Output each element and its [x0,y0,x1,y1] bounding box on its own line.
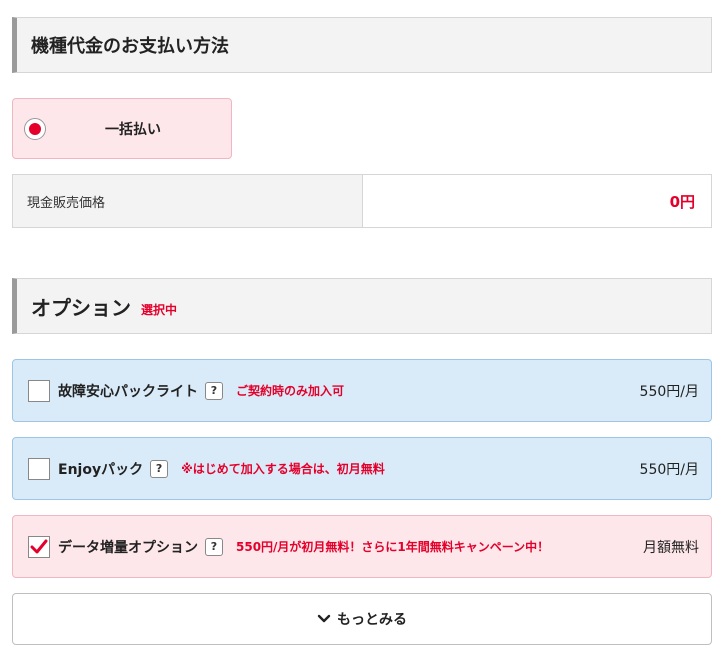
option-checkbox[interactable] [28,457,50,480]
payment-radio[interactable] [24,117,46,140]
help-icon[interactable]: ? [150,459,169,478]
option-card-data-boost[interactable]: データ増量オプション ? 550円/月が初月無料！さらに1年間無料キャンペーン中… [12,515,712,578]
option-price: 月額無料 [643,539,699,556]
option-name: 故障安心パックライト [58,383,198,400]
checkmark-icon [30,539,48,553]
option-card-enjoy-pack[interactable]: Enjoyパック ? ※はじめて加入する場合は、初月無料 550円/月 [12,437,712,500]
price-table: 現金販売価格 0円 [12,174,712,228]
price-value: 0円 [669,192,695,211]
help-icon[interactable]: ? [205,537,223,556]
option-checkbox[interactable] [28,379,50,402]
lump-sum-payment-option[interactable]: 一括払い [12,98,232,159]
option-name: データ増量オプション [58,539,198,556]
help-icon[interactable]: ? [205,381,223,400]
price-label: 現金販売価格 [13,175,363,227]
payment-option-label: 一括払い [105,121,161,138]
option-name: Enjoyパック [58,461,144,478]
options-title: オプション [31,295,131,320]
options-header: オプション 選択中 [12,278,712,334]
option-price: 550円/月 [639,383,699,400]
option-card-damage-pack[interactable]: 故障安心パックライト ? ご契約時のみ加入可 550円/月 [12,359,712,422]
options-status: 選択中 [141,302,178,317]
chevron-down-icon [317,614,331,624]
option-note: ※はじめて加入する場合は、初月無料 [181,462,385,476]
payment-method-header: 機種代金のお支払い方法 [12,17,712,73]
radio-selected-dot [29,122,41,135]
show-more-label: もっとみる [337,612,407,628]
option-note: 550円/月が初月無料！さらに1年間無料キャンペーン中！ [236,540,550,554]
payment-method-title: 機種代金のお支払い方法 [31,36,229,57]
option-note: ご契約時のみ加入可 [236,384,345,398]
show-more-button[interactable]: もっとみる [12,593,712,645]
option-price: 550円/月 [639,461,699,478]
option-checkbox[interactable] [28,535,50,558]
